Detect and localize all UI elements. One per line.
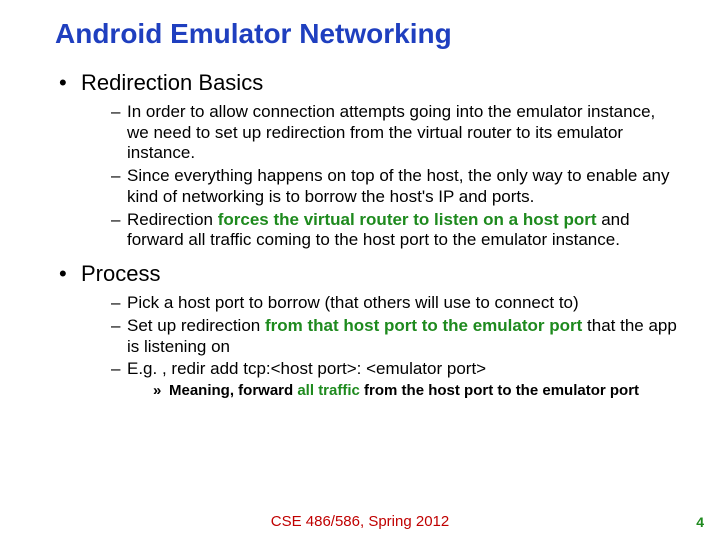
emphasis-text: forces the virtual router to listen on a… bbox=[218, 210, 597, 229]
text: Redirection bbox=[127, 210, 218, 229]
emphasis-text: all traffic bbox=[297, 382, 360, 399]
slide: Android Emulator Networking Redirection … bbox=[0, 0, 720, 540]
bullet-label: Redirection Basics bbox=[81, 70, 263, 95]
page-number: 4 bbox=[696, 514, 704, 530]
text: from the host port to the emulator port bbox=[360, 382, 639, 399]
slide-title: Android Emulator Networking bbox=[55, 18, 680, 50]
sub-item: E.g. , redir add tcp:<host port>: <emula… bbox=[111, 359, 680, 400]
sub-item: Redirection forces the virtual router to… bbox=[111, 210, 680, 251]
bullet-redirection-basics: Redirection Basics In order to allow con… bbox=[55, 70, 680, 251]
emphasis-text: from that host port to the emulator port bbox=[265, 316, 582, 335]
sub-item: In order to allow connection attempts go… bbox=[111, 102, 680, 164]
subsub-item: Meaning, forward all traffic from the ho… bbox=[153, 382, 680, 401]
bullet-process: Process Pick a host port to borrow (that… bbox=[55, 261, 680, 401]
text: Set up redirection bbox=[127, 316, 265, 335]
subsub-list: Meaning, forward all traffic from the ho… bbox=[127, 382, 680, 401]
text: Meaning, forward bbox=[169, 382, 297, 399]
sub-list: Pick a host port to borrow (that others … bbox=[81, 293, 680, 401]
sub-list: In order to allow connection attempts go… bbox=[81, 102, 680, 251]
bullet-list: Redirection Basics In order to allow con… bbox=[55, 70, 680, 401]
sub-item: Pick a host port to borrow (that others … bbox=[111, 293, 680, 314]
text: E.g. , redir add tcp:<host port>: <emula… bbox=[127, 359, 486, 378]
footer-text: CSE 486/586, Spring 2012 bbox=[0, 513, 720, 530]
sub-item: Set up redirection from that host port t… bbox=[111, 316, 680, 357]
bullet-label: Process bbox=[81, 261, 160, 286]
sub-item: Since everything happens on top of the h… bbox=[111, 166, 680, 207]
